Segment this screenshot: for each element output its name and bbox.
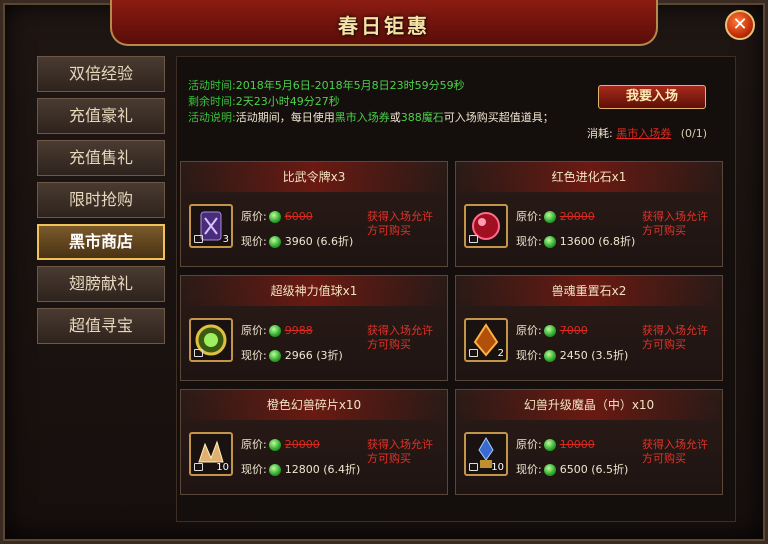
orb-icon[interactable] [189, 318, 233, 362]
lock-icon [469, 463, 478, 471]
close-button[interactable]: ✕ [725, 10, 755, 40]
purchase-note: 获得入场允许方可购买 [642, 210, 708, 237]
item-count: 2 [497, 348, 504, 359]
purchase-note: 获得入场允许方可购买 [642, 438, 708, 465]
purchase-note: 获得入场允许方可购买 [367, 438, 433, 465]
currency-gem-icon [543, 350, 556, 362]
original-price: 10000 [559, 438, 595, 451]
fragment-icon[interactable]: 10 [189, 432, 233, 476]
event-info: 活动时间:2018年5月6日-2018年5月8日23时59分59秒 剩余时间:2… [188, 78, 588, 126]
current-price: 13600 (6.8折) [559, 235, 636, 248]
remaining-time-value: 2天23小时49分27秒 [235, 95, 340, 108]
original-price: 7000 [559, 324, 588, 337]
current-price: 2450 (3.5折) [559, 349, 629, 362]
event-desc-pre: 活动期间，每日使用 [235, 111, 335, 124]
sidebar-tab-double-exp[interactable]: 双倍经验 [37, 56, 165, 92]
item-count: 10 [491, 462, 504, 473]
sidebar: 双倍经验 充值豪礼 充值售礼 限时抢购 黑市商店 翅膀献礼 超值寻宝 [37, 56, 165, 350]
item-card: 比武令牌x3 3 原价: 6000 现价: 3960 (6.6折) 获得入场允许方可… [180, 161, 448, 267]
sidebar-tab-recharge-gift[interactable]: 充值豪礼 [37, 98, 165, 134]
event-time-label: 活动时间: [188, 79, 236, 92]
purchase-note: 获得入场允许方可购买 [642, 324, 708, 351]
consume-label: 消耗: [587, 127, 613, 140]
purchase-note: 获得入场允许方可购买 [367, 210, 433, 237]
current-price-row: 现价: 2450 (3.5折) [516, 349, 629, 362]
current-price-row: 现价: 12800 (6.4折) [241, 463, 361, 476]
sidebar-tab-recharge-sale[interactable]: 充值售礼 [37, 140, 165, 176]
consume-info: 消耗: 黑市入场券 (0/1) [587, 125, 707, 141]
original-price-row: 原价: 9988 [241, 324, 313, 337]
original-price: 20000 [284, 438, 320, 451]
currency-gem-icon [543, 211, 556, 223]
item-name: 橙色幻兽碎片x10 [181, 390, 447, 420]
item-card: 红色进化石x1 原价: 20000 现价: 13600 (6.8折) 获得入场允许方… [455, 161, 723, 267]
window-title: 春日钜惠 [338, 14, 430, 38]
event-desc-ticket: 黑市入场券 [334, 111, 390, 124]
purchase-note: 获得入场允许方可购买 [367, 324, 433, 351]
lock-icon [194, 235, 203, 243]
event-desc-or: 或 [389, 111, 401, 124]
lock-icon [194, 463, 203, 471]
original-price: 6000 [284, 210, 313, 223]
item-card: 幻兽升级魔晶（中）x10 10 原价: 10000 现价: 6500 (6.5折) … [455, 389, 723, 495]
red-stone-icon[interactable] [464, 204, 508, 248]
item-card: 橙色幻兽碎片x10 10 原价: 20000 现价: 12800 (6.4折) 获得… [180, 389, 448, 495]
original-price-row: 原价: 20000 [516, 210, 595, 223]
current-price: 12800 (6.4折) [284, 463, 361, 476]
item-name: 比武令牌x3 [181, 162, 447, 192]
item-name: 超级神力值球x1 [181, 276, 447, 306]
remaining-time-label: 剩余时间: [188, 95, 236, 108]
sidebar-tab-flash-sale[interactable]: 限时抢购 [37, 182, 165, 218]
close-icon: ✕ [732, 14, 748, 35]
event-desc-label: 活动说明: [188, 111, 236, 124]
original-price-row: 原价: 10000 [516, 438, 595, 451]
enter-button[interactable]: 我要入场 [598, 85, 706, 109]
currency-gem-icon [543, 439, 556, 451]
currency-gem-icon [543, 464, 556, 476]
currency-gem-icon [268, 439, 281, 451]
item-count: 3 [222, 234, 229, 245]
original-price-row: 原价: 20000 [241, 438, 320, 451]
event-time-value: 2018年5月6日-2018年5月8日23时59分59秒 [235, 79, 465, 92]
item-name: 兽魂重置石x2 [456, 276, 722, 306]
current-price: 2966 (3折) [284, 349, 343, 362]
item-count: 10 [216, 462, 229, 473]
currency-gem-icon [268, 211, 281, 223]
crystal-icon[interactable]: 10 [464, 432, 508, 476]
original-price-row: 原价: 7000 [516, 324, 588, 337]
consume-ticket-link[interactable]: 黑市入场券 [616, 127, 671, 140]
lock-icon [469, 235, 478, 243]
sidebar-tab-black-market[interactable]: 黑市商店 [37, 224, 165, 260]
event-desc-stone: 388魔石 [400, 111, 444, 124]
currency-gem-icon [543, 236, 556, 248]
currency-gem-icon [268, 464, 281, 476]
item-name: 幻兽升级魔晶（中）x10 [456, 390, 722, 420]
original-price: 20000 [559, 210, 595, 223]
current-price-row: 现价: 6500 (6.5折) [516, 463, 629, 476]
lock-icon [469, 349, 478, 357]
item-card: 兽魂重置石x2 2 原价: 7000 现价: 2450 (3.5折) 获得入场允许方… [455, 275, 723, 381]
currency-gem-icon [268, 325, 281, 337]
currency-gem-icon [268, 350, 281, 362]
beast-stone-icon[interactable]: 2 [464, 318, 508, 362]
sidebar-tab-treasure-hunt[interactable]: 超值寻宝 [37, 308, 165, 344]
item-card: 超级神力值球x1 原价: 9988 现价: 2966 (3折) 获得入场允许方可购买 [180, 275, 448, 381]
item-name: 红色进化石x1 [456, 162, 722, 192]
current-price-row: 现价: 3960 (6.6折) [241, 235, 354, 248]
current-price: 6500 (6.5折) [559, 463, 629, 476]
lock-icon [194, 349, 203, 357]
event-desc-post: 可入场购买超值道具； [443, 111, 554, 124]
original-price-row: 原价: 6000 [241, 210, 313, 223]
current-price-row: 现价: 2966 (3折) [241, 349, 343, 362]
original-price: 9988 [284, 324, 313, 337]
consume-count: (0/1) [680, 127, 708, 140]
sidebar-tab-wing-gift[interactable]: 翅膀献礼 [37, 266, 165, 302]
current-price-row: 现价: 13600 (6.8折) [516, 235, 636, 248]
currency-gem-icon [268, 236, 281, 248]
token-icon[interactable]: 3 [189, 204, 233, 248]
current-price: 3960 (6.6折) [284, 235, 354, 248]
currency-gem-icon [543, 325, 556, 337]
